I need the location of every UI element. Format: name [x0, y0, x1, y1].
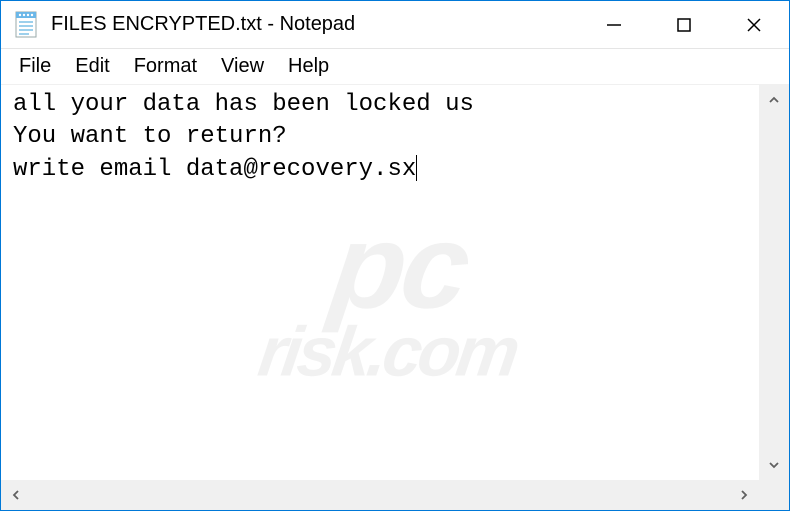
editor-text: all your data has been locked us You wan…: [13, 91, 474, 183]
horizontal-scrollbar[interactable]: [1, 480, 759, 510]
scroll-up-button[interactable]: [759, 85, 789, 115]
close-button[interactable]: [719, 1, 789, 48]
window-controls: [579, 1, 789, 48]
menu-help[interactable]: Help: [276, 51, 341, 82]
menu-view[interactable]: View: [209, 51, 276, 82]
scroll-down-button[interactable]: [759, 450, 789, 480]
scroll-right-button[interactable]: [729, 480, 759, 510]
menu-edit[interactable]: Edit: [63, 51, 121, 82]
minimize-button[interactable]: [579, 1, 649, 48]
menubar: File Edit Format View Help: [1, 49, 789, 85]
scroll-left-button[interactable]: [1, 480, 31, 510]
text-caret: [416, 155, 417, 181]
minimize-icon: [605, 16, 623, 34]
vertical-scrollbar[interactable]: [759, 85, 789, 480]
window-title: FILES ENCRYPTED.txt - Notepad: [51, 13, 579, 36]
editor-area: pc risk.com all your data has been locke…: [1, 85, 789, 510]
chevron-right-icon: [738, 489, 750, 501]
notepad-icon: [13, 11, 41, 39]
chevron-left-icon: [10, 489, 22, 501]
titlebar: FILES ENCRYPTED.txt - Notepad: [1, 1, 789, 49]
text-editor[interactable]: all your data has been locked us You wan…: [1, 85, 759, 480]
maximize-icon: [675, 16, 693, 34]
menu-format[interactable]: Format: [122, 51, 209, 82]
scrollbar-corner: [759, 480, 789, 510]
maximize-button[interactable]: [649, 1, 719, 48]
chevron-up-icon: [768, 94, 780, 106]
notepad-window: FILES ENCRYPTED.txt - Notepad File: [0, 0, 790, 511]
close-icon: [745, 16, 763, 34]
chevron-down-icon: [768, 459, 780, 471]
menu-file[interactable]: File: [7, 51, 63, 82]
